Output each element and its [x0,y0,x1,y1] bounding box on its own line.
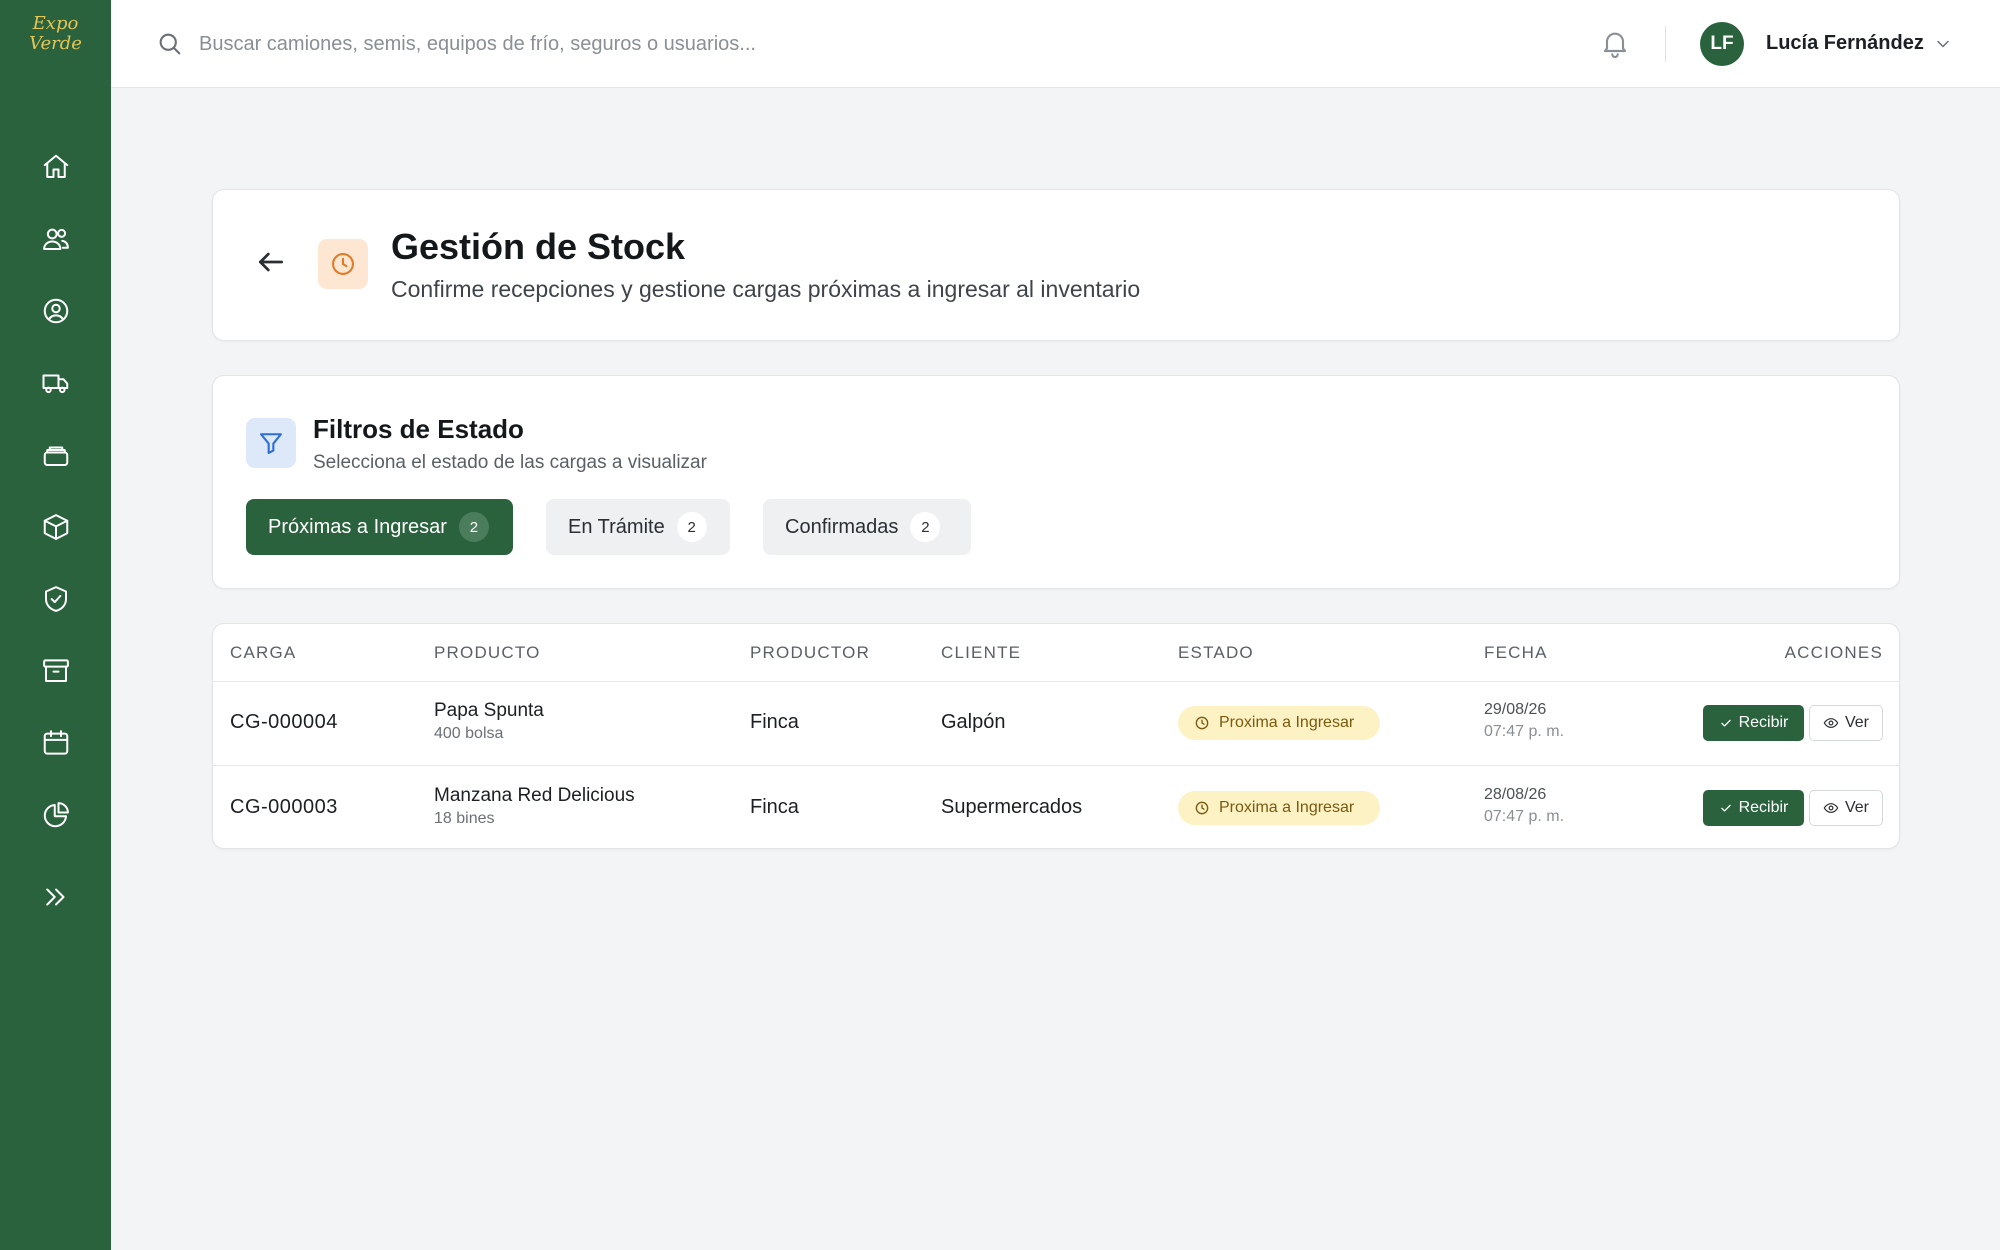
status-badge-label: Proxima a Ingresar [1219,799,1355,816]
sidebar-item-home[interactable] [35,146,77,188]
archive-icon [43,659,69,682]
status-filters-card: Filtros de Estado Selecciona el estado d… [212,375,1900,589]
row-productor: Finca [750,796,799,818]
row-cantidad: 18 bines [434,810,495,827]
column-header-producto: PRODUCTO [434,643,541,662]
page-subtitle: Confirme recepciones y gestione cargas p… [391,276,1141,302]
row-fecha: 28/08/26 [1484,786,1547,803]
chevron-down-icon[interactable] [1933,34,1955,56]
row-producto: Manzana Red Delicious [434,785,635,806]
ver-label: Ver [1844,714,1869,731]
filter-chip-confirmadas[interactable]: Confirmadas 2 [763,499,971,555]
chevrons-right-icon [46,888,65,906]
row-cantidad: 400 bolsa [434,725,504,742]
column-header-fecha: FECHA [1484,643,1548,662]
filter-chip-en-tramite[interactable]: En Trámite 2 [546,499,730,555]
sidebar-item-calendar[interactable] [35,722,77,764]
box-icon [43,514,69,540]
check-icon [1720,719,1731,727]
filter-chip-count: 2 [458,512,489,542]
status-badge: Proxima a Ingresar [1178,791,1380,825]
column-header-cliente: CLIENTE [941,643,1022,662]
page-title: Gestión de Stock [391,226,686,267]
row-cliente: Galpón [941,711,1006,733]
recibir-label: Recibir [1738,799,1789,816]
filter-chip-count: 2 [910,512,941,542]
home-icon [43,154,69,178]
clock-icon [1195,716,1209,730]
column-header-carga: CARGA [230,643,297,662]
filters-title: Filtros de Estado [313,414,524,444]
search-icon [156,30,184,58]
filters-subtitle: Selecciona el estado de las cargas a vis… [313,452,707,473]
row-hora: 07:47 p. m. [1484,723,1565,740]
filter-chip-label: Próximas a Ingresar [268,515,447,538]
back-arrow-icon[interactable] [255,246,291,282]
eye-icon [1823,803,1839,813]
filter-chip-label: Confirmadas [785,515,899,538]
notifications-bell-icon[interactable] [1599,27,1633,61]
sidebar-item-trucks[interactable] [35,362,77,404]
truck-icon [42,374,69,394]
page-header-card: Gestión de Stock Confirme recepciones y … [212,189,1900,341]
avatar[interactable]: LF [1700,22,1744,66]
sidebar: Expo Verde [0,0,111,1250]
ver-label: Ver [1844,799,1869,816]
sidebar-item-insurance[interactable] [35,578,77,620]
calendar-icon [43,730,69,755]
topbar-divider [1665,26,1666,62]
sidebar-expand-button[interactable] [35,876,77,918]
user-circle-icon [43,298,69,324]
clock-icon [318,239,368,289]
sidebar-item-products[interactable] [35,506,77,548]
sidebar-item-archive[interactable] [35,650,77,692]
status-badge-label: Proxima a Ingresar [1219,714,1355,731]
row-divider [213,765,1899,766]
sidebar-item-reports[interactable] [35,794,77,836]
row-cliente: Supermercados [941,796,1083,818]
logo-line-1: Expo [32,13,79,34]
recibir-button[interactable]: Recibir [1703,705,1804,741]
filter-chip-proximas[interactable]: Próximas a Ingresar 2 [246,499,513,555]
user-name[interactable]: Lucía Fernández [1766,32,1924,55]
layers-icon [43,446,69,466]
users-icon [43,228,69,250]
top-bar: LF Lucía Fernández [111,0,2000,88]
sidebar-item-profile[interactable] [35,290,77,332]
status-badge: Proxima a Ingresar [1178,706,1380,740]
row-carga: CG-000004 [230,711,338,733]
clock-icon [1195,801,1209,815]
row-hora: 07:47 p. m. [1484,808,1565,825]
ver-button[interactable]: Ver [1809,790,1883,826]
header-divider [213,681,1899,682]
column-header-productor: PRODUCTOR [750,643,871,662]
ver-button[interactable]: Ver [1809,705,1883,741]
loads-table: CARGA PRODUCTO PRODUCTOR CLIENTE ESTADO … [212,623,1900,849]
column-header-acciones: ACCIONES [1784,643,1883,662]
sidebar-item-users[interactable] [35,218,77,260]
search-input[interactable] [199,26,1099,62]
filter-icon [246,418,296,468]
row-carga: CG-000003 [230,796,338,818]
brand-logo[interactable]: Expo Verde [0,14,111,74]
sidebar-item-stock[interactable] [35,434,77,476]
filter-chip-label: En Trámite [568,515,665,538]
eye-icon [1823,718,1839,728]
row-productor: Finca [750,711,799,733]
row-producto: Papa Spunta [434,700,544,721]
row-fecha: 29/08/26 [1484,701,1547,718]
shield-check-icon [45,586,67,612]
recibir-button[interactable]: Recibir [1703,790,1804,826]
recibir-label: Recibir [1738,714,1789,731]
column-header-estado: ESTADO [1178,643,1254,662]
pie-chart-icon [43,802,69,828]
logo-line-2: Verde [29,33,82,54]
filter-chip-count: 2 [676,512,707,542]
check-icon [1720,804,1731,812]
